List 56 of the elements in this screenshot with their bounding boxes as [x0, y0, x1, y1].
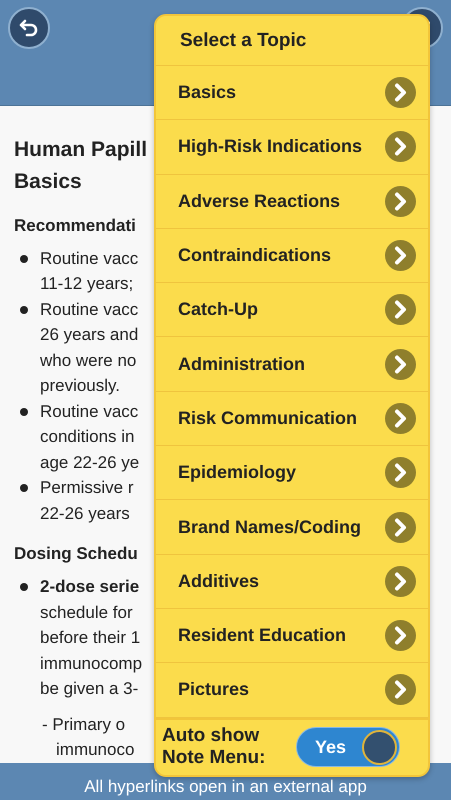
auto-show-label: Auto show Note Menu:	[162, 725, 266, 770]
chevron-right-icon	[385, 131, 416, 162]
topic-item[interactable]: Adverse Reactions	[156, 174, 428, 229]
topic-item[interactable]: Resident Education	[156, 608, 428, 664]
auto-show-toggle[interactable]: Yes	[296, 727, 400, 768]
chevron-right-icon	[385, 186, 416, 217]
bullet-text: 26 years and	[40, 324, 138, 346]
chevron-right-icon	[385, 402, 416, 434]
topic-item[interactable]: Catch-Up	[156, 283, 428, 338]
section-heading: Dosing Schedu	[14, 544, 139, 564]
chevron-right-icon	[385, 566, 416, 597]
bullet-text: - Primary o	[42, 714, 126, 736]
bullet-dot	[20, 484, 28, 492]
bullet-dot	[20, 306, 28, 314]
bullet-text: 2-dose serie	[40, 576, 140, 598]
topic-item[interactable]: Contraindications	[156, 228, 428, 284]
bullet-text: 11-12 years;	[40, 273, 134, 296]
bullet-text: Routine vacc	[40, 298, 138, 321]
bullet-text: immunocomp	[40, 652, 142, 675]
chevron-right-icon	[385, 240, 416, 272]
chevron-right-icon	[385, 512, 416, 543]
article-title: Human Papill	[14, 136, 148, 163]
topic-item[interactable]: Basics	[156, 66, 428, 120]
bullet-text: previously.	[40, 375, 120, 398]
bullet-text: immunoco	[55, 739, 134, 762]
footer-note: All hyperlinks open in an external app	[84, 776, 367, 797]
topic-item[interactable]: Additives	[156, 554, 428, 609]
topic-item[interactable]: Epidemiology	[156, 446, 428, 500]
section-heading: Recommendati	[14, 216, 137, 236]
chevron-right-icon	[385, 348, 416, 380]
bullet-text: conditions in	[40, 426, 135, 448]
chevron-right-icon	[385, 620, 416, 652]
bullet-dot	[20, 583, 28, 592]
bullet-text: who were no	[40, 350, 136, 372]
chevron-right-icon	[385, 77, 416, 108]
topic-item[interactable]: Brand Names/Coding	[156, 500, 428, 555]
bullet-text: schedule for	[40, 602, 133, 624]
topic-item[interactable]: Risk Communication	[156, 392, 428, 446]
topic-item[interactable]: Administration	[156, 337, 428, 392]
topic-item[interactable]: High-Risk Indications	[156, 120, 428, 175]
bullet-text: Permissive r	[40, 477, 134, 500]
bullet-text: age 22-26 ye	[40, 452, 140, 474]
topic-item[interactable]: Pictures	[156, 663, 428, 718]
back-button[interactable]	[8, 7, 50, 49]
bullet-dot	[20, 254, 28, 263]
bullet-text: 22-26 years	[40, 502, 130, 525]
article-title: Basics	[14, 168, 82, 195]
undo-icon	[19, 18, 39, 38]
chevron-right-icon	[385, 294, 416, 326]
bullet-text: before their 1	[40, 627, 140, 650]
bullet-text: be given a 3-	[40, 678, 138, 700]
bullet-dot	[20, 408, 28, 416]
bullet-text: Routine vacc	[40, 400, 138, 423]
chevron-right-icon	[385, 674, 416, 706]
chevron-right-icon	[385, 457, 416, 488]
bullet-text: Routine vacc	[40, 248, 138, 270]
